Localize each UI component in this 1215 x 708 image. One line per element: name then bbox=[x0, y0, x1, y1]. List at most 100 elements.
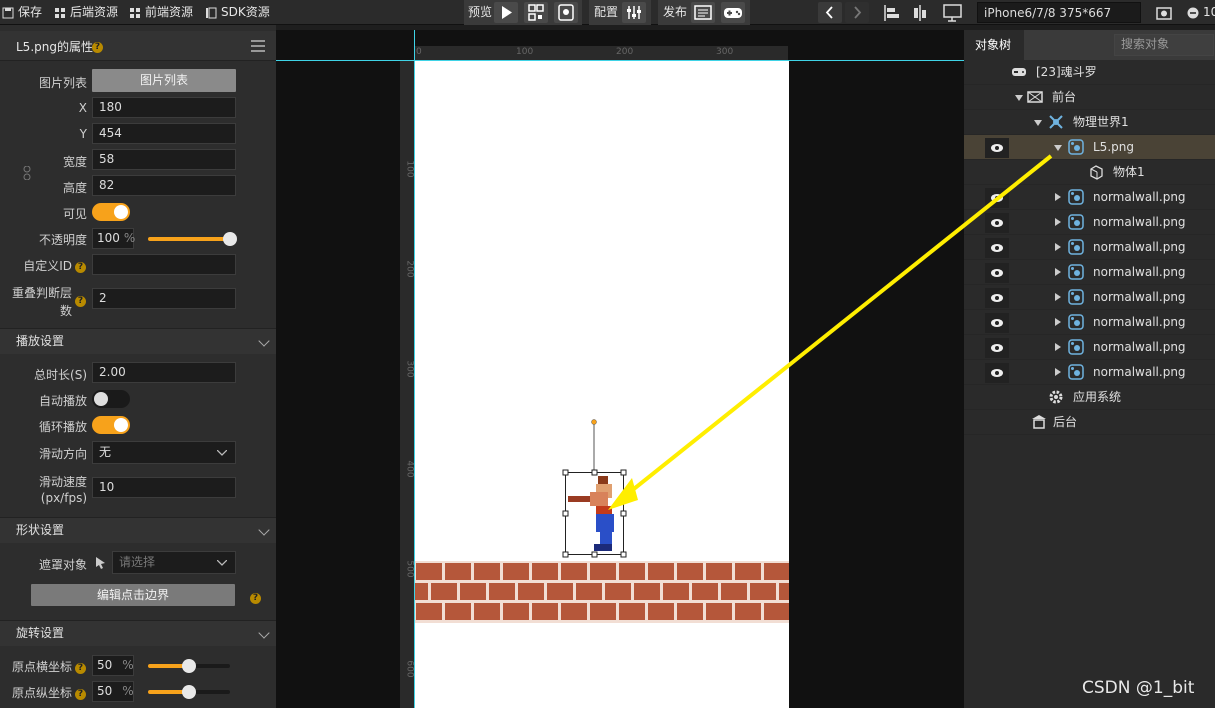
eye-icon[interactable] bbox=[985, 288, 1009, 308]
visible-toggle[interactable] bbox=[92, 203, 130, 221]
eye-icon[interactable] bbox=[985, 238, 1009, 258]
rotate-handle[interactable] bbox=[591, 419, 597, 425]
qr-preview-button[interactable] bbox=[524, 2, 548, 23]
save-button[interactable]: 保存 bbox=[2, 0, 42, 25]
chevron-left-icon bbox=[825, 6, 833, 19]
screenshot-icon[interactable] bbox=[1155, 4, 1173, 22]
backend-assets-button[interactable]: 后端资源 bbox=[54, 0, 118, 25]
config-button[interactable] bbox=[622, 2, 646, 23]
monitor-icon[interactable] bbox=[942, 3, 966, 23]
origin-y-help-icon[interactable]: ? bbox=[75, 687, 86, 701]
origin-x-field[interactable]: 50% bbox=[92, 655, 134, 676]
eye-icon[interactable] bbox=[985, 263, 1009, 283]
sprite-icon bbox=[1068, 339, 1084, 355]
expand-right-icon[interactable] bbox=[1055, 368, 1061, 376]
y-label: Y bbox=[79, 127, 87, 141]
autoplay-toggle[interactable] bbox=[92, 390, 130, 408]
width-field[interactable]: 58 bbox=[92, 149, 236, 170]
origin-y-field[interactable]: 50% bbox=[92, 681, 134, 702]
tree-row[interactable] bbox=[964, 410, 1215, 435]
duration-label: 总时长(S) bbox=[34, 368, 87, 382]
sprite-icon bbox=[1068, 314, 1084, 330]
shape-section-header[interactable]: 形状设置 bbox=[0, 517, 276, 543]
opacity-slider-thumb[interactable] bbox=[223, 232, 237, 246]
origin-y-slider-thumb[interactable] bbox=[182, 685, 196, 699]
sprite-icon bbox=[1068, 214, 1084, 230]
brick-wall[interactable] bbox=[415, 561, 789, 623]
expand-down-icon[interactable] bbox=[1015, 95, 1023, 101]
expand-right-icon[interactable] bbox=[1055, 318, 1061, 326]
expand-right-icon[interactable] bbox=[1055, 343, 1061, 351]
brick bbox=[721, 583, 747, 600]
chevron-down-icon bbox=[217, 450, 227, 456]
device-select[interactable]: iPhone6/7/8 375*667 bbox=[977, 2, 1141, 23]
brick bbox=[518, 583, 544, 600]
publish-icon bbox=[694, 5, 712, 20]
duration-field[interactable]: 2.00 bbox=[92, 362, 236, 383]
cursor-pick-icon[interactable] bbox=[96, 557, 106, 569]
opacity-field[interactable]: 100% bbox=[92, 228, 135, 249]
eye-icon[interactable] bbox=[985, 338, 1009, 358]
resize-handles[interactable] bbox=[562, 469, 627, 558]
game-publish-button[interactable] bbox=[721, 2, 745, 23]
expand-right-icon[interactable] bbox=[1055, 193, 1061, 201]
scroll-speed-field[interactable]: 10 bbox=[92, 477, 236, 498]
align-left-icon[interactable] bbox=[883, 4, 901, 22]
y-field[interactable]: 454 bbox=[92, 123, 236, 144]
origin-x-slider-thumb[interactable] bbox=[182, 659, 196, 673]
expand-right-icon[interactable] bbox=[1055, 293, 1061, 301]
overlap-help-icon[interactable]: ? bbox=[75, 294, 86, 308]
origin-y-slider[interactable] bbox=[148, 685, 230, 699]
brick bbox=[677, 563, 703, 580]
frontend-assets-button[interactable]: 前端资源 bbox=[129, 0, 193, 25]
expand-right-icon[interactable] bbox=[1055, 218, 1061, 226]
device-icon bbox=[558, 4, 574, 21]
origin-x-slider[interactable] bbox=[148, 659, 230, 673]
custom-id-field[interactable] bbox=[92, 254, 236, 275]
align-center-icon[interactable] bbox=[911, 4, 929, 22]
tab-object-tree[interactable]: 对象树 bbox=[964, 30, 1024, 60]
eye-icon[interactable] bbox=[985, 213, 1009, 233]
height-field[interactable]: 82 bbox=[92, 175, 236, 196]
tree-node-label: [23]魂斗罗 bbox=[1036, 65, 1097, 79]
opacity-slider[interactable] bbox=[148, 232, 237, 246]
expand-down-icon[interactable] bbox=[1034, 120, 1042, 126]
physics-icon bbox=[1049, 115, 1063, 129]
back-button[interactable] bbox=[818, 2, 842, 23]
selected-sprite[interactable] bbox=[560, 418, 630, 560]
expand-down-icon[interactable] bbox=[1054, 145, 1062, 151]
forward-button[interactable] bbox=[845, 2, 869, 23]
search-object-input[interactable]: 搜索对象 bbox=[1114, 34, 1214, 56]
publish-button[interactable] bbox=[691, 2, 715, 23]
mask-select[interactable]: 请选择 bbox=[112, 551, 236, 574]
expand-right-icon[interactable] bbox=[1055, 243, 1061, 251]
rotation-section-header[interactable]: 旋转设置 bbox=[0, 620, 276, 646]
eye-icon[interactable] bbox=[985, 188, 1009, 208]
tree-row[interactable] bbox=[964, 85, 1215, 110]
eye-icon[interactable] bbox=[985, 313, 1009, 333]
play-button[interactable] bbox=[494, 2, 518, 23]
image-list-button[interactable]: 图片列表 bbox=[92, 69, 236, 92]
origin-x-help-icon[interactable]: ? bbox=[75, 661, 86, 675]
brick bbox=[460, 583, 486, 600]
help-icon[interactable]: ? bbox=[92, 40, 103, 54]
custom-id-help-icon[interactable]: ? bbox=[75, 260, 86, 274]
overlap-field[interactable]: 2 bbox=[92, 288, 236, 309]
device-preview-button[interactable] bbox=[554, 2, 578, 23]
eye-icon[interactable] bbox=[985, 138, 1009, 158]
tree-node-label: 后台 bbox=[1053, 415, 1078, 429]
edit-bounds-help-icon[interactable]: ? bbox=[250, 591, 261, 605]
playback-section-header[interactable]: 播放设置 bbox=[0, 328, 276, 354]
x-field[interactable]: 180 bbox=[92, 97, 236, 118]
publish-group: 发布 bbox=[658, 0, 750, 25]
eye-icon[interactable] bbox=[985, 363, 1009, 383]
ruler-h-tick: 100 bbox=[516, 47, 534, 57]
brick bbox=[779, 583, 789, 600]
zoom-control[interactable]: 10 bbox=[1187, 0, 1215, 25]
edit-hit-bounds-button[interactable]: 编辑点击边界 bbox=[31, 584, 235, 606]
loop-toggle[interactable] bbox=[92, 416, 130, 434]
menu-icon[interactable] bbox=[251, 40, 265, 52]
sdk-assets-button[interactable]: SDK资源 bbox=[205, 0, 270, 25]
expand-right-icon[interactable] bbox=[1055, 268, 1061, 276]
scroll-direction-select[interactable]: 无 bbox=[92, 441, 236, 464]
